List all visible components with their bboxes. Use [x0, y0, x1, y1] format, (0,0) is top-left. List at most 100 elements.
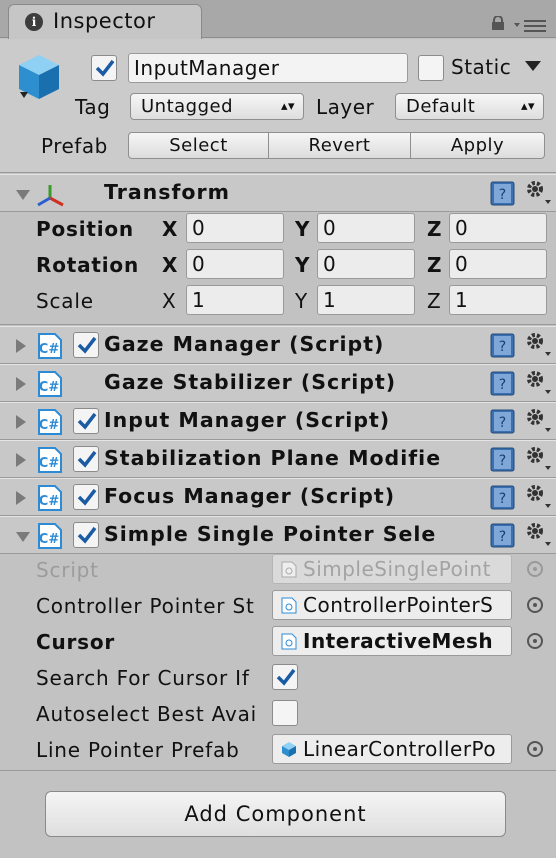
scale-x-label[interactable]: X — [162, 289, 176, 313]
checkmark-icon — [77, 488, 97, 506]
prefab-revert-button[interactable]: Revert — [268, 132, 411, 159]
static-dropdown-arrow-icon[interactable] — [525, 61, 541, 71]
search-for-cursor-checkbox[interactable] — [272, 664, 298, 690]
component-title: Simple Single Pointer Sele — [104, 522, 437, 546]
foldout-arrow-icon[interactable] — [16, 377, 26, 391]
foldout-arrow-icon[interactable] — [16, 532, 30, 542]
cursor-label: Cursor — [36, 630, 116, 654]
object-picker-icon — [527, 561, 543, 577]
layer-dropdown[interactable]: Default ▴▾ — [395, 93, 544, 120]
foldout-arrow-icon[interactable] — [16, 190, 30, 200]
help-book-icon[interactable]: ? — [490, 409, 515, 434]
checkmark-icon — [77, 450, 97, 468]
add-component-button[interactable]: Add Component — [45, 791, 506, 837]
transform-header[interactable]: Transform ? — [0, 174, 556, 212]
foldout-arrow-icon[interactable] — [16, 491, 26, 505]
line-pointer-prefab-field[interactable]: LinearControllerPo — [272, 734, 512, 764]
component-title: Gaze Stabilizer (Script) — [104, 370, 397, 394]
autoselect-checkbox[interactable] — [272, 700, 298, 726]
help-book-icon[interactable]: ? — [490, 371, 515, 396]
gear-icon[interactable] — [524, 520, 554, 548]
gear-icon[interactable] — [524, 368, 554, 396]
scale-y-field[interactable]: 1 — [317, 285, 415, 315]
checkmark-icon — [95, 59, 115, 77]
svg-text:?: ? — [499, 529, 506, 545]
tag-dropdown[interactable]: Untagged ▴▾ — [130, 93, 304, 120]
component-input-manager[interactable]: C# Input Manager (Script) ? — [0, 402, 556, 440]
cursor-value: InteractiveMesh — [303, 629, 494, 653]
controller-pointer-value: ControllerPointerS — [303, 593, 494, 617]
csharp-script-icon: C# — [38, 333, 62, 359]
component-enabled-checkbox[interactable] — [73, 522, 99, 548]
gameobject-cube-icon[interactable] — [14, 52, 64, 102]
component-gaze-stabilizer[interactable]: C# Gaze Stabilizer (Script) ? — [0, 364, 556, 402]
inspector-tab-label: Inspector — [53, 9, 156, 33]
component-enabled-checkbox[interactable] — [73, 332, 99, 358]
component-gaze-manager[interactable]: C# Gaze Manager (Script) ? — [0, 326, 556, 364]
svg-text:?: ? — [499, 377, 506, 393]
object-picker-icon[interactable] — [527, 741, 543, 757]
object-picker-icon[interactable] — [527, 597, 543, 613]
rotation-x-field[interactable]: 0 — [186, 249, 284, 279]
svg-text:C#: C# — [39, 380, 60, 395]
component-simple-single-pointer-selector[interactable]: C# Simple Single Pointer Sele ? — [0, 516, 556, 554]
static-checkbox[interactable] — [418, 55, 444, 81]
rotation-x-label[interactable]: X — [162, 253, 177, 277]
lock-icon[interactable] — [491, 16, 505, 30]
position-y-label[interactable]: Y — [295, 217, 309, 241]
script-file-icon — [281, 597, 297, 614]
tab-menu-icon[interactable] — [512, 18, 548, 32]
help-book-icon[interactable]: ? — [490, 181, 515, 206]
help-book-icon[interactable]: ? — [490, 333, 515, 358]
component-title: Input Manager (Script) — [104, 408, 391, 432]
position-z-label[interactable]: Z — [427, 217, 442, 241]
position-z-field[interactable]: 0 — [449, 213, 547, 243]
inspector-tab[interactable]: i Inspector — [8, 4, 202, 39]
help-book-icon[interactable]: ? — [490, 447, 515, 472]
active-checkbox[interactable] — [91, 55, 117, 81]
position-y-field[interactable]: 0 — [317, 213, 415, 243]
component-enabled-checkbox[interactable] — [73, 484, 99, 510]
search-for-cursor-label: Search For Cursor If — [36, 666, 250, 690]
prefab-select-button[interactable]: Select — [128, 132, 269, 159]
gear-icon[interactable] — [524, 444, 554, 472]
rotation-z-label[interactable]: Z — [427, 253, 442, 277]
gear-icon[interactable] — [524, 482, 554, 510]
position-x-label[interactable]: X — [162, 217, 177, 241]
cursor-field[interactable]: InteractiveMesh — [272, 626, 512, 656]
checkmark-icon — [276, 668, 296, 686]
scale-z-field[interactable]: 1 — [449, 285, 547, 315]
gameobject-header: InputManager Static Tag Untagged ▴▾ Layer… — [0, 39, 556, 173]
component-stabilization-plane-modifier[interactable]: C# Stabilization Plane Modifie ? — [0, 440, 556, 478]
foldout-arrow-icon[interactable] — [16, 339, 26, 353]
divider — [0, 770, 556, 771]
gear-icon[interactable] — [524, 406, 554, 434]
script-label: Script — [36, 558, 99, 582]
prefab-apply-button[interactable]: Apply — [410, 132, 545, 159]
component-enabled-checkbox[interactable] — [73, 446, 99, 472]
object-name-field[interactable]: InputManager — [128, 53, 408, 83]
rotation-z-field[interactable]: 0 — [449, 249, 547, 279]
object-picker-icon[interactable] — [527, 633, 543, 649]
gear-icon[interactable] — [524, 178, 554, 206]
svg-text:C#: C# — [39, 532, 60, 547]
controller-pointer-field[interactable]: ControllerPointerS — [272, 590, 512, 620]
scale-y-label[interactable]: Y — [295, 289, 307, 313]
divider — [0, 324, 556, 325]
position-x-field[interactable]: 0 — [186, 213, 284, 243]
component-enabled-checkbox[interactable] — [73, 408, 99, 434]
rotation-y-label[interactable]: Y — [295, 253, 309, 277]
gear-icon[interactable] — [524, 330, 554, 358]
component-title: Gaze Manager (Script) — [104, 332, 385, 356]
scale-x-field[interactable]: 1 — [186, 285, 284, 315]
foldout-arrow-icon[interactable] — [16, 415, 26, 429]
foldout-arrow-icon[interactable] — [16, 453, 26, 467]
scale-z-label[interactable]: Z — [427, 289, 441, 313]
help-book-icon[interactable]: ? — [490, 485, 515, 510]
help-book-icon[interactable]: ? — [490, 523, 515, 548]
script-file-icon — [281, 633, 297, 650]
rotation-y-field[interactable]: 0 — [317, 249, 415, 279]
line-pointer-prefab-label: Line Pointer Prefab — [36, 738, 240, 762]
component-focus-manager[interactable]: C# Focus Manager (Script) ? — [0, 478, 556, 516]
svg-text:?: ? — [499, 187, 506, 203]
